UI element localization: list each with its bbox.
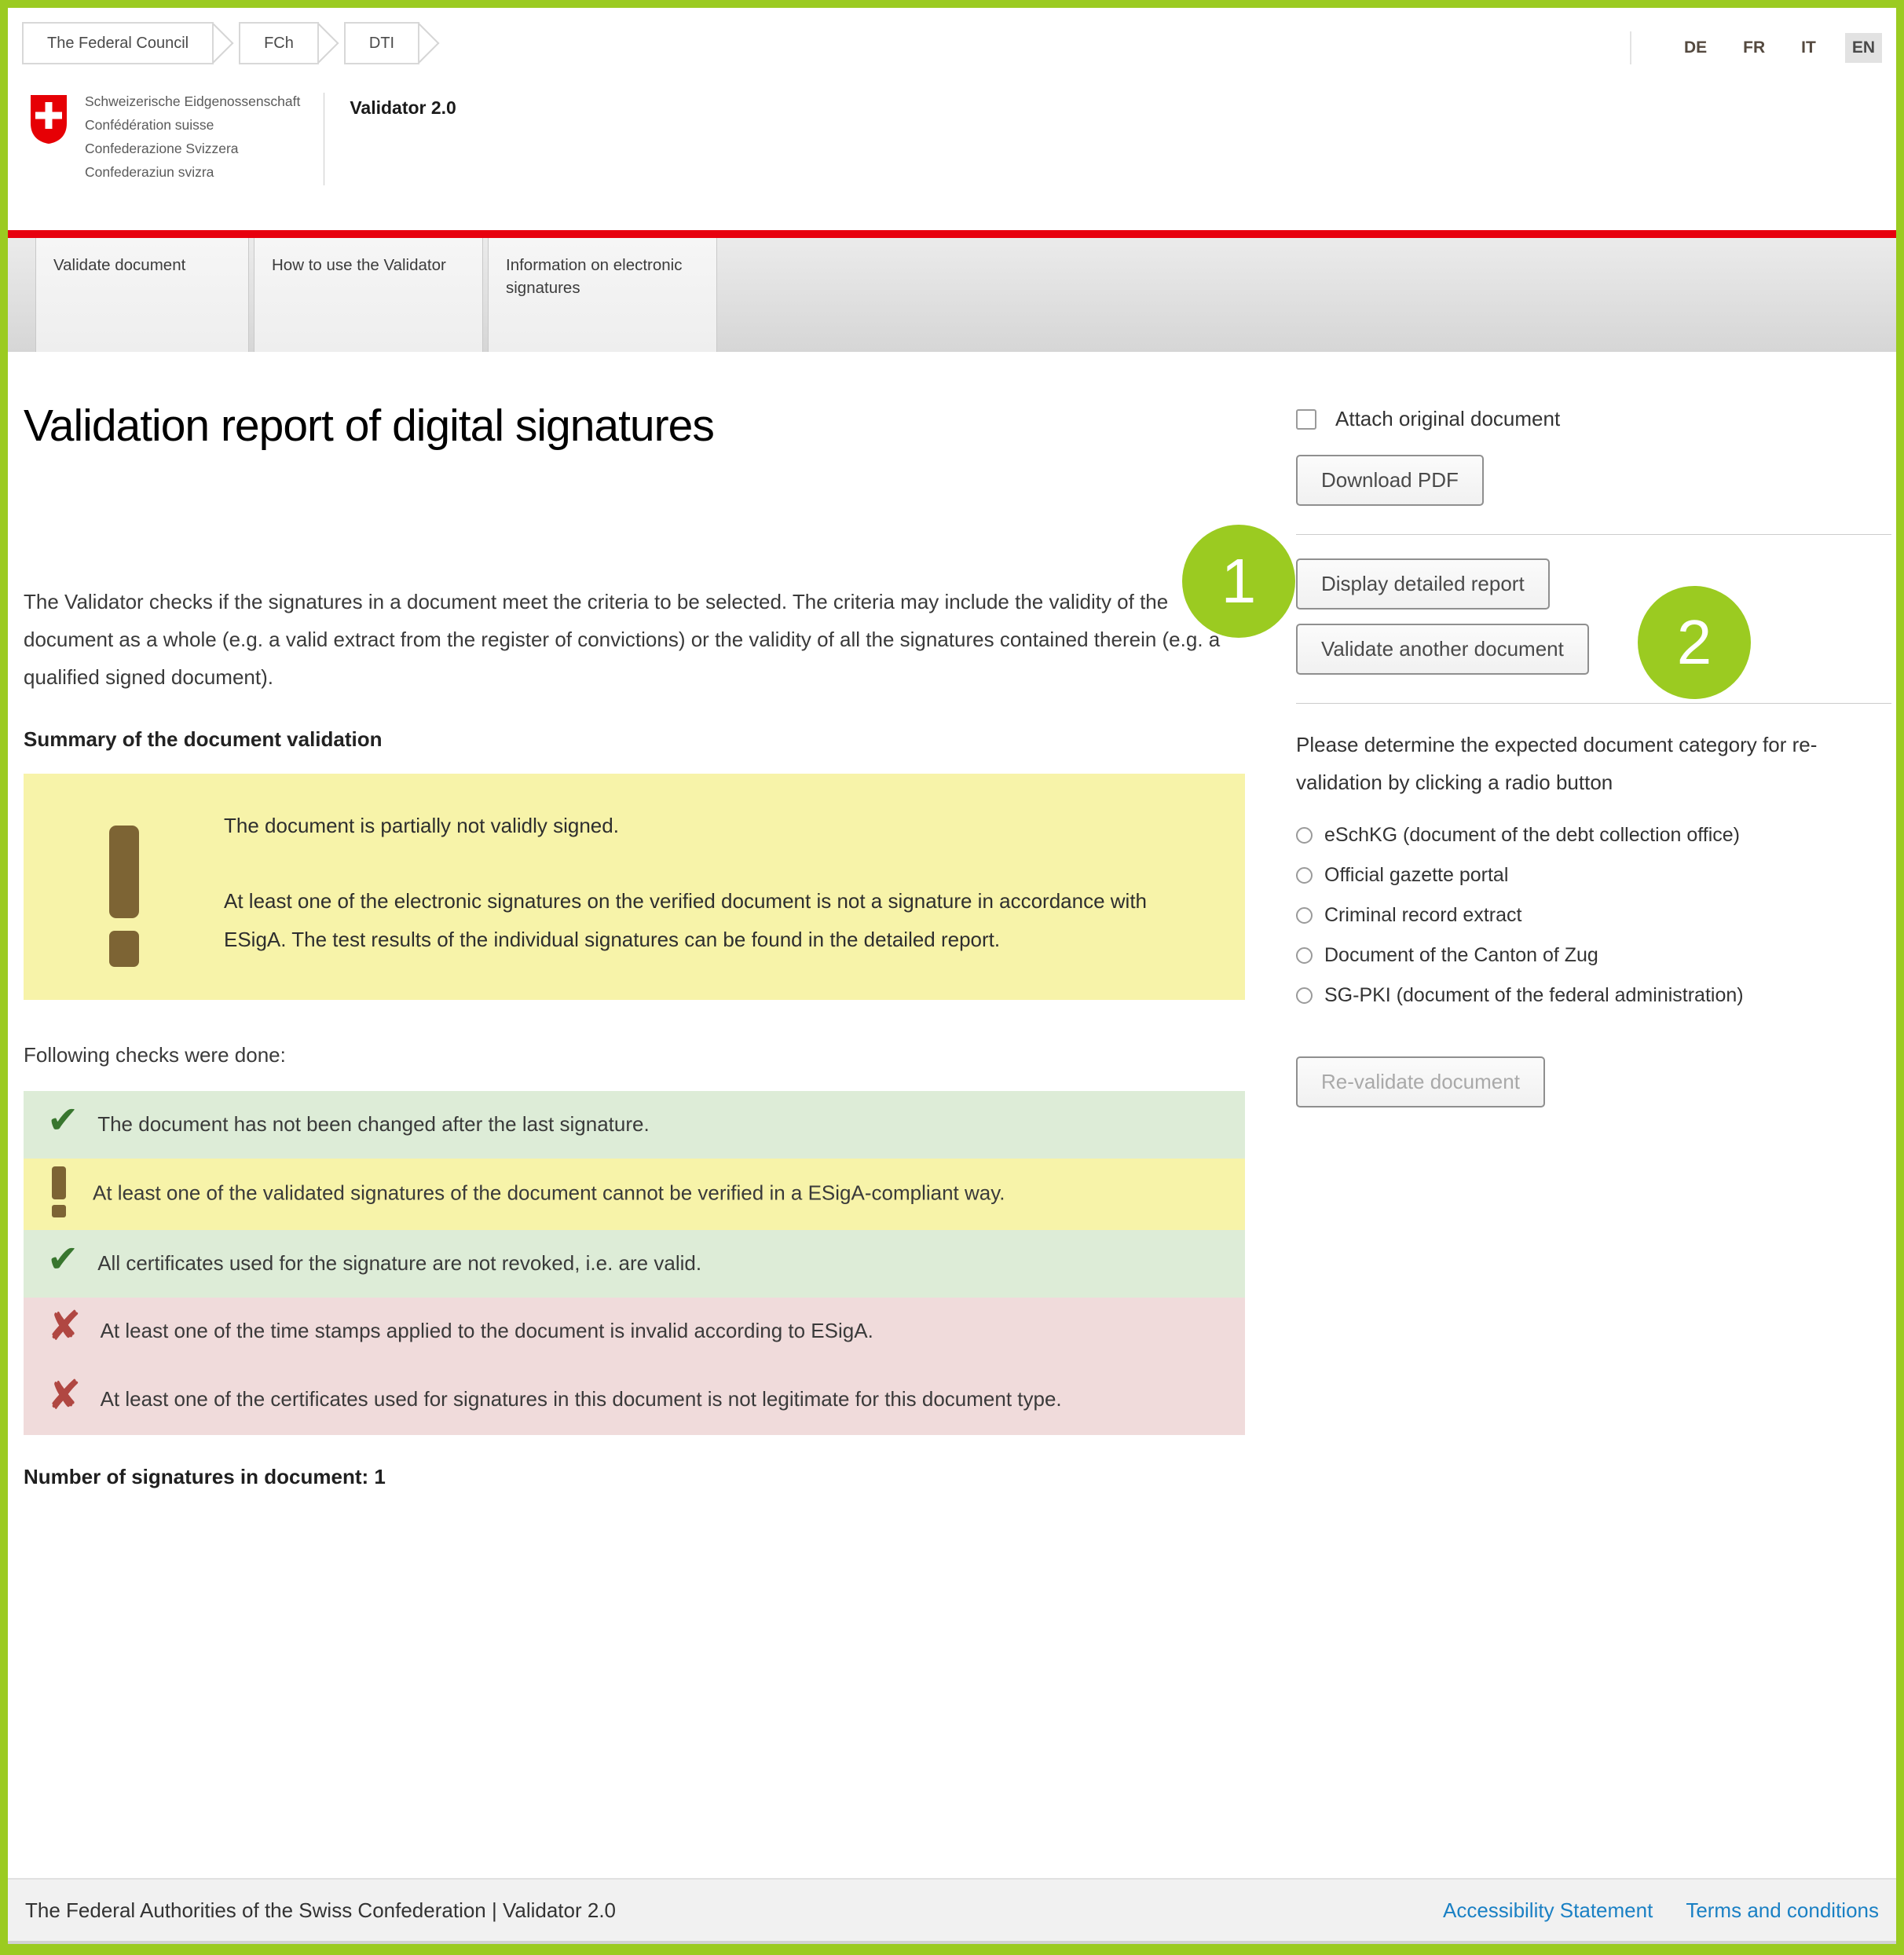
- radio-option-label: eSchKG (document of the debt collection …: [1324, 824, 1740, 847]
- display-detailed-report-button[interactable]: Display detailed report: [1296, 558, 1550, 610]
- status-icon: [47, 1239, 79, 1290]
- breadcrumb: The Federal Council FCh DTI: [22, 22, 445, 64]
- attach-original-label: Attach original document: [1335, 407, 1560, 431]
- radio-button-icon[interactable]: [1296, 827, 1313, 844]
- header-logo: Schweizerische EidgenossenschaftConfédér…: [30, 90, 456, 185]
- sidebar: Attach original document Download PDF Di…: [1296, 407, 1891, 1107]
- footer-link[interactable]: Accessibility Statement: [1443, 1898, 1653, 1923]
- status-icon: [47, 1375, 82, 1427]
- check-row: The document has not been changed after …: [24, 1091, 1245, 1159]
- status-icon: [52, 1166, 66, 1217]
- signatures-count: Number of signatures in document: 1: [24, 1465, 1245, 1489]
- confederation-line: Confédération suisse: [85, 113, 300, 137]
- radio-option[interactable]: Criminal record extract: [1296, 895, 1891, 935]
- check-text: At least one of the time stamps applied …: [101, 1319, 873, 1342]
- status-icon: [47, 1306, 82, 1358]
- radio-option[interactable]: eSchKG (document of the debt collection …: [1296, 815, 1891, 855]
- summary-icon-column: [24, 807, 224, 967]
- document-category-radios: eSchKG (document of the debt collection …: [1296, 815, 1891, 1016]
- language-option[interactable]: DE: [1677, 33, 1714, 63]
- checks-list: The document has not been changed after …: [24, 1091, 1245, 1435]
- summary-line1: The document is partially not validly si…: [224, 807, 1214, 845]
- check-row: At least one of the time stamps applied …: [24, 1298, 1245, 1366]
- swiss-coat-of-arms-icon: [30, 94, 68, 145]
- checks-heading: Following checks were done:: [24, 1043, 1245, 1067]
- check-row: All certificates used for the signature …: [24, 1230, 1245, 1298]
- radio-option-label: Document of the Canton of Zug: [1324, 944, 1598, 967]
- tab[interactable]: How to use the Validator: [254, 238, 483, 352]
- confederation-line: Schweizerische Eidgenossenschaft: [85, 90, 300, 113]
- divider: [1630, 31, 1631, 64]
- summary-text: The document is partially not validly si…: [224, 807, 1214, 967]
- page-title: Validation report of digital signatures: [24, 401, 1245, 451]
- language-option[interactable]: EN: [1845, 33, 1882, 63]
- language-option[interactable]: FR: [1736, 33, 1772, 63]
- radio-option[interactable]: Document of the Canton of Zug: [1296, 935, 1891, 976]
- check-row: At least one of the validated signatures…: [24, 1159, 1245, 1230]
- download-pdf-button[interactable]: Download PDF: [1296, 455, 1484, 506]
- radio-button-icon[interactable]: [1296, 987, 1313, 1004]
- footer-text: The Federal Authorities of the Swiss Con…: [25, 1898, 616, 1923]
- radio-option-label: SG-PKI (document of the federal administ…: [1324, 984, 1744, 1007]
- radio-option[interactable]: SG-PKI (document of the federal administ…: [1296, 976, 1891, 1016]
- annotation-circle-2: 2: [1638, 586, 1751, 699]
- radio-prompt: Please determine the expected document c…: [1296, 726, 1891, 801]
- radio-option[interactable]: Official gazette portal: [1296, 855, 1891, 895]
- confederation-line: Confederazione Svizzera: [85, 137, 300, 160]
- footer: The Federal Authorities of the Swiss Con…: [8, 1878, 1896, 1944]
- revalidate-document-button[interactable]: Re-validate document: [1296, 1056, 1545, 1107]
- attach-original-checkbox[interactable]: [1296, 409, 1316, 430]
- check-text: At least one of the validated signatures…: [93, 1181, 1005, 1205]
- tab-bar: Validate document How to use the Validat…: [8, 238, 1896, 352]
- intro-paragraph: The Validator checks if the signatures i…: [24, 583, 1239, 696]
- language-option[interactable]: IT: [1794, 33, 1823, 63]
- tab[interactable]: Information on electronic signatures: [488, 238, 717, 352]
- radio-button-icon[interactable]: [1296, 867, 1313, 884]
- radio-button-icon[interactable]: [1296, 907, 1313, 924]
- confederation-wordmark: Schweizerische EidgenossenschaftConfédér…: [85, 90, 300, 184]
- summary-warning-box: The document is partially not validly si…: [24, 774, 1245, 1000]
- breadcrumb-item[interactable]: The Federal Council: [22, 22, 214, 64]
- check-text: The document has not been changed after …: [97, 1112, 649, 1136]
- language-options: DE FR IT EN: [1677, 33, 1882, 63]
- red-rule: [8, 230, 1896, 238]
- radio-option-label: Criminal record extract: [1324, 904, 1521, 927]
- summary-line2: At least one of the electronic signature…: [224, 882, 1214, 959]
- validate-another-document-button[interactable]: Validate another document: [1296, 624, 1589, 675]
- language-selector: DE FR IT EN: [1630, 31, 1882, 64]
- exclamation-icon: [109, 826, 139, 967]
- main-content: Validation report of digital signatures …: [24, 401, 1245, 1489]
- status-icon: [47, 1100, 79, 1151]
- check-text: All certificates used for the signature …: [97, 1251, 701, 1275]
- page: The Federal Council FCh DTI DE FR IT: [8, 8, 1896, 1944]
- annotation-circle-1: 1: [1182, 525, 1295, 638]
- footer-link[interactable]: Terms and conditions: [1686, 1898, 1879, 1923]
- check-row: At least one of the certificates used fo…: [24, 1366, 1245, 1434]
- radio-button-icon[interactable]: [1296, 947, 1313, 964]
- check-text: At least one of the certificates used fo…: [101, 1387, 1062, 1411]
- divider: [1296, 534, 1891, 535]
- app-title: Validator 2.0: [350, 97, 456, 119]
- tab[interactable]: Validate document: [35, 238, 249, 352]
- footer-links: Accessibility Statement Terms and condit…: [1443, 1898, 1879, 1923]
- divider: [1296, 703, 1891, 704]
- attach-original-row: Attach original document: [1296, 407, 1891, 431]
- confederation-line: Confederaziun svizra: [85, 160, 300, 184]
- radio-option-label: Official gazette portal: [1324, 864, 1508, 887]
- summary-heading: Summary of the document validation: [24, 727, 1245, 752]
